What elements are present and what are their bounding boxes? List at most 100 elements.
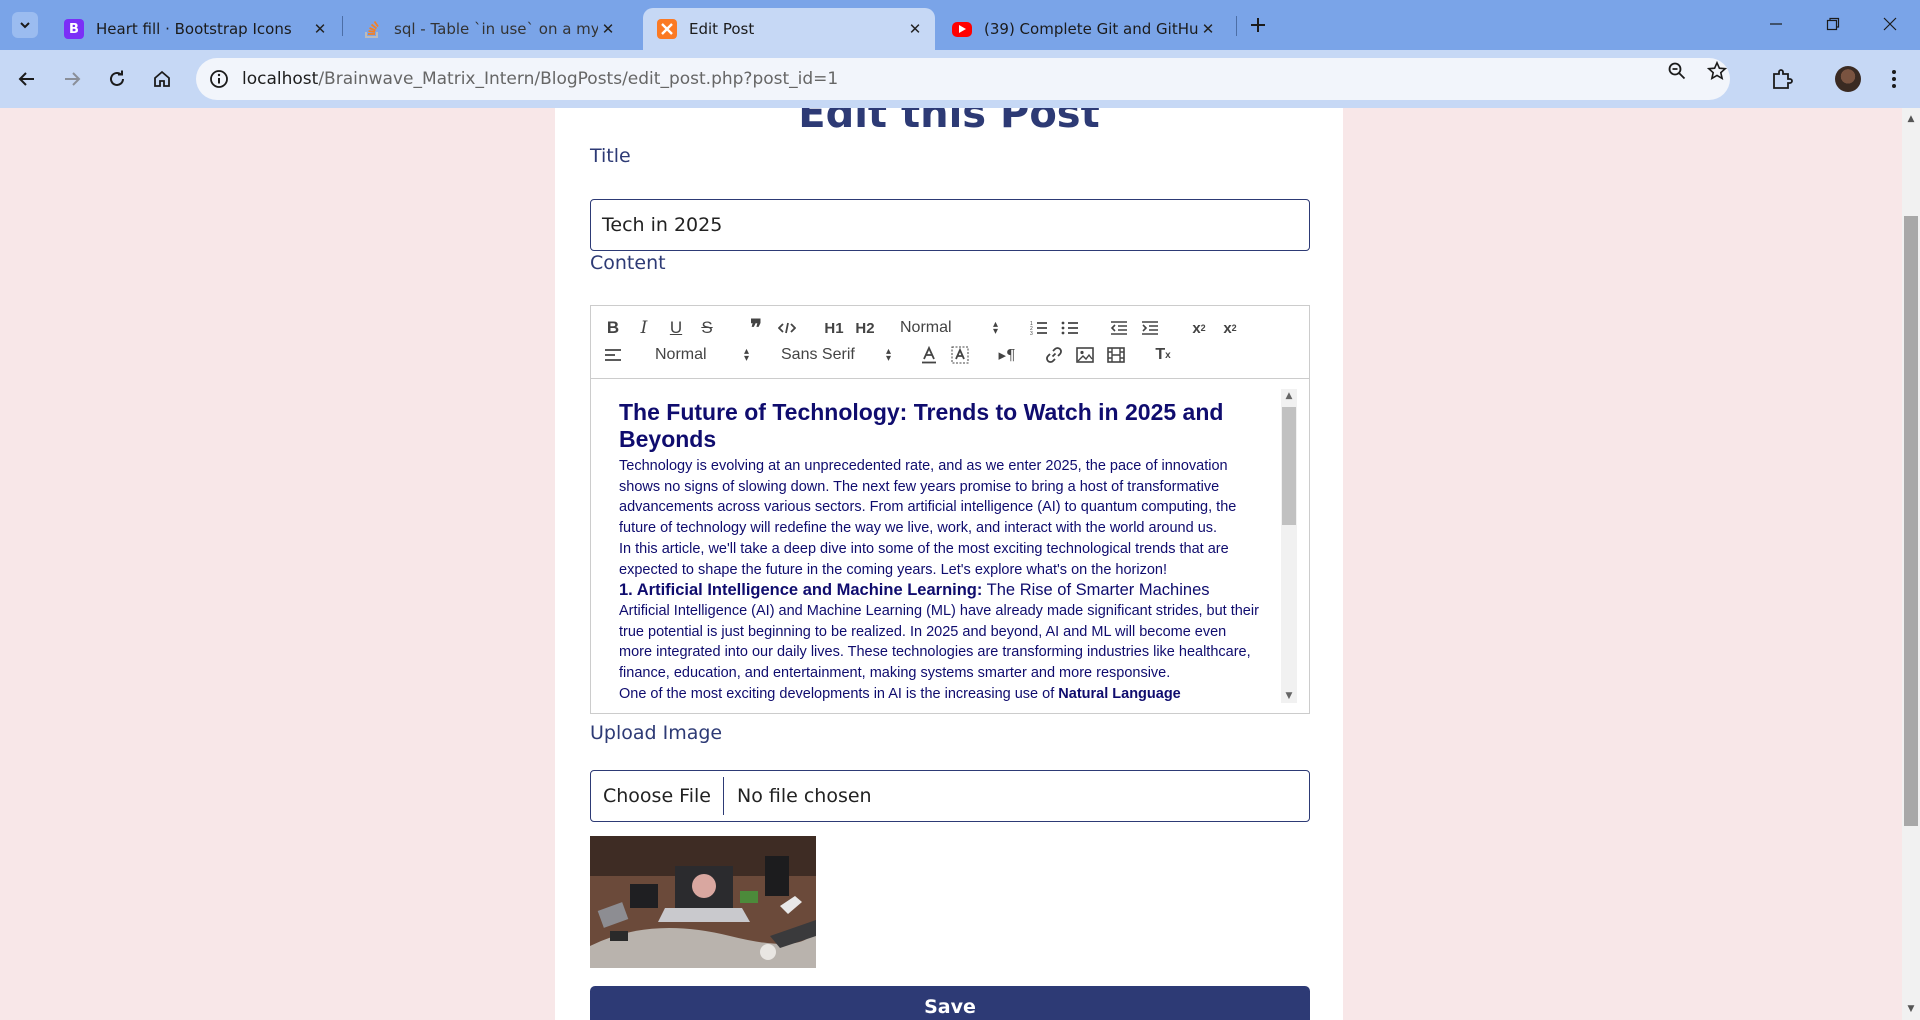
tab-youtube[interactable]: (39) Complete Git and GitHub T ✕ — [938, 8, 1228, 50]
site-info-icon[interactable] — [206, 66, 232, 92]
home-button[interactable] — [146, 63, 178, 95]
underline-icon[interactable]: U — [664, 317, 688, 339]
page-viewport: Edit this Post Title Tech in 2025 Conten… — [0, 108, 1902, 1020]
scroll-up-icon[interactable]: ▲ — [1281, 389, 1297, 403]
select-arrows-icon: ▴ ▾ — [885, 346, 891, 364]
ordered-list-icon[interactable]: 123 — [1027, 317, 1051, 339]
youtube-icon — [952, 21, 972, 37]
font-select-value: Sans Serif — [781, 346, 855, 363]
superscript-icon[interactable]: x2 — [1218, 317, 1242, 339]
minimize-button[interactable] — [1752, 8, 1800, 40]
paragraph-bold: Natural Language — [1058, 685, 1181, 702]
chevron-down-icon — [20, 22, 30, 29]
content-paragraph: One of the most exciting developments in… — [619, 684, 1259, 705]
reload-icon — [110, 70, 124, 86]
title-input[interactable]: Tech in 2025 — [590, 199, 1310, 251]
content-paragraph: Technology is evolving at an unprecedent… — [619, 458, 1237, 537]
subscript-icon[interactable]: x2 — [1187, 317, 1211, 339]
save-button[interactable]: Save — [590, 986, 1310, 1020]
indent-icon[interactable] — [1138, 317, 1162, 339]
new-tab-button[interactable] — [1245, 12, 1271, 38]
close-icon[interactable]: ✕ — [310, 19, 330, 39]
plus-icon — [1251, 18, 1265, 32]
edit-post-card: Edit this Post Title Tech in 2025 Conten… — [555, 108, 1343, 1020]
background-color-icon[interactable] — [948, 344, 972, 366]
page-scrollbar[interactable]: ▲ ▼ — [1902, 108, 1920, 1020]
scrollbar-thumb[interactable] — [1282, 407, 1296, 525]
scroll-down-icon[interactable]: ▼ — [1902, 1002, 1920, 1016]
tab-sql[interactable]: sql - Table `in use` on a mySQL ✕ — [348, 8, 628, 50]
image-icon[interactable] — [1073, 344, 1097, 366]
subheading-bold: 1. Artificial Intelligence and Machine L… — [619, 581, 983, 600]
header-1-icon[interactable]: H1 — [822, 317, 846, 339]
select-arrows-icon: ▴ ▾ — [992, 319, 998, 337]
profile-avatar[interactable] — [1835, 66, 1861, 92]
minimize-icon — [1770, 23, 1782, 25]
extensions-icon[interactable] — [1769, 66, 1795, 92]
code-block-icon[interactable] — [775, 317, 799, 339]
post-image-preview — [590, 836, 816, 968]
zoom-icon[interactable] — [1664, 58, 1690, 84]
close-icon — [1883, 17, 1897, 31]
scroll-down-icon[interactable]: ▼ — [1281, 689, 1297, 703]
outdent-icon[interactable] — [1107, 317, 1131, 339]
paragraph-text: One of the most exciting developments in… — [619, 685, 1059, 702]
page-title: Edit this Post — [798, 108, 1100, 137]
restore-icon — [1826, 17, 1840, 31]
title-label: Title — [590, 145, 631, 167]
subheading-rest: The Rise of Smarter Machines — [982, 581, 1210, 600]
close-icon[interactable]: ✕ — [1198, 19, 1218, 39]
tab-bootstrap-icons[interactable]: B Heart fill · Bootstrap Icons ✕ — [50, 8, 340, 50]
bookmark-star-icon[interactable] — [1704, 58, 1730, 84]
choose-file-button[interactable]: Choose File — [591, 777, 724, 815]
video-icon[interactable] — [1104, 344, 1128, 366]
select-arrows-icon: ▴ ▾ — [743, 346, 749, 364]
font-select[interactable]: Sans Serif ▴ ▾ — [781, 344, 891, 366]
image-file-input[interactable]: Choose File No file chosen — [590, 770, 1310, 822]
link-icon[interactable] — [1042, 344, 1066, 366]
svg-text:3: 3 — [1030, 331, 1033, 336]
tab-separator — [342, 16, 343, 36]
text-color-icon[interactable] — [917, 344, 941, 366]
tab-search-button[interactable] — [12, 12, 38, 38]
text-direction-icon[interactable]: ▸¶ — [995, 344, 1019, 366]
editor-scrollbar[interactable]: ▲ ▼ — [1281, 389, 1297, 703]
reload-button[interactable] — [101, 63, 133, 95]
url-host: localhost — [242, 69, 319, 89]
url-path: /Brainwave_Matrix_Intern/BlogPosts/edit_… — [318, 69, 839, 89]
forward-button[interactable] — [56, 63, 88, 95]
content-paragraph: In this article, we'll take a deep dive … — [619, 540, 1229, 578]
file-status: No file chosen — [736, 785, 872, 807]
close-icon[interactable]: ✕ — [598, 19, 618, 39]
arrow-right-icon — [65, 72, 81, 86]
home-icon — [154, 70, 170, 87]
italic-icon[interactable]: I — [632, 317, 656, 339]
blockquote-icon[interactable]: ❞ — [744, 315, 768, 341]
back-button[interactable] — [11, 63, 43, 95]
align-left-icon[interactable] — [601, 344, 625, 366]
content-label: Content — [590, 252, 666, 274]
content-heading: The Future of Technology: Trends to Watc… — [619, 399, 1224, 452]
close-icon[interactable]: ✕ — [905, 19, 925, 39]
restore-button[interactable] — [1809, 8, 1857, 40]
content-subheading: 1. Artificial Intelligence and Machine L… — [619, 580, 1259, 601]
size-select-value: Normal — [655, 346, 707, 363]
bullet-list-icon[interactable] — [1058, 317, 1082, 339]
stackoverflow-icon — [362, 19, 382, 39]
close-window-button[interactable] — [1866, 8, 1914, 40]
address-bar[interactable]: localhost/Brainwave_Matrix_Intern/BlogPo… — [196, 58, 1730, 100]
clear-formatting-icon[interactable]: Tx — [1151, 344, 1175, 366]
editor-toolbar: B I U S ❞ H1 H2 Normal ▴ ▾ 123 x 2 x 2 N… — [590, 305, 1310, 378]
header-select-value: Normal — [900, 319, 952, 336]
header-select[interactable]: Normal ▴ ▾ — [900, 317, 998, 339]
tab-edit-post[interactable]: Edit Post ✕ — [643, 8, 935, 50]
scrollbar-thumb[interactable] — [1904, 216, 1918, 826]
menu-kebab-icon[interactable] — [1881, 66, 1907, 92]
header-2-icon[interactable]: H2 — [853, 317, 877, 339]
strikethrough-icon[interactable]: S — [695, 317, 719, 339]
scroll-up-icon[interactable]: ▲ — [1902, 112, 1920, 126]
size-select[interactable]: Normal ▴ ▾ — [655, 344, 749, 366]
bold-icon[interactable]: B — [601, 317, 625, 339]
arrow-left-icon — [18, 72, 34, 86]
editor-content-area[interactable]: The Future of Technology: Trends to Watc… — [590, 378, 1310, 714]
